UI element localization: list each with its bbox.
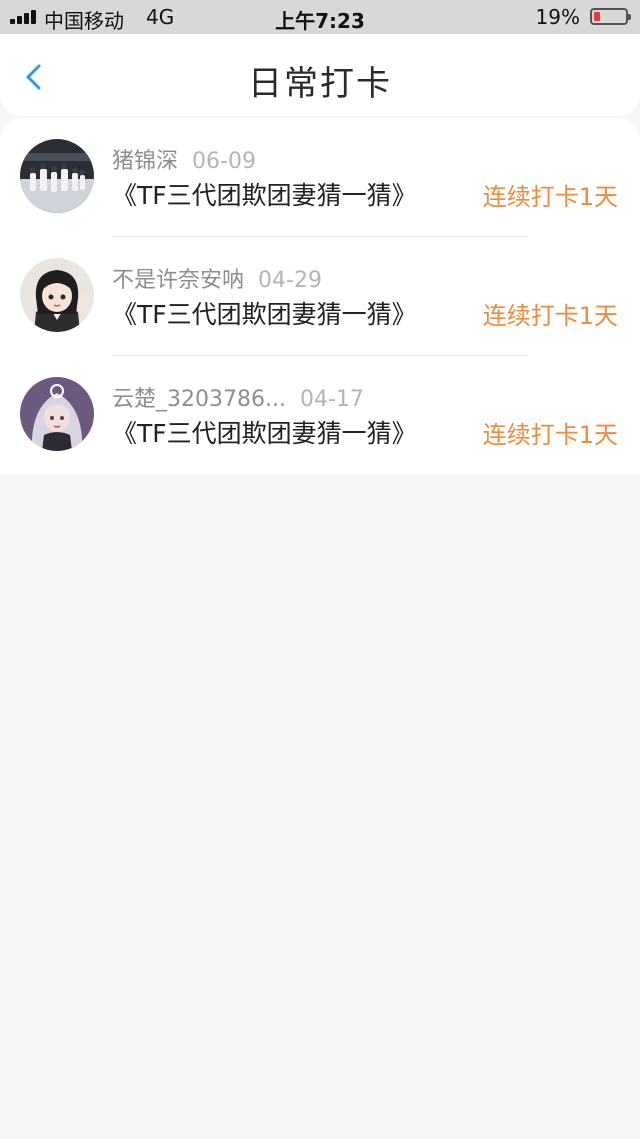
avatar[interactable] xyxy=(20,258,94,332)
checkin-title[interactable]: 《TF三代团欺团妻猜一猜》 xyxy=(112,176,417,212)
battery-percent: 19% xyxy=(535,5,580,29)
username[interactable]: 猪锦深 xyxy=(112,149,178,174)
username[interactable]: 云楚_3203786... xyxy=(112,387,286,412)
battery-level xyxy=(594,12,600,21)
item-meta: 不是许奈安呐 04-29 xyxy=(112,262,322,294)
page-title: 日常打卡 xyxy=(248,64,392,104)
checkin-title[interactable]: 《TF三代团欺团妻猜一猜》 xyxy=(112,295,417,331)
checkin-date: 06-09 xyxy=(192,149,256,174)
battery-icon xyxy=(590,8,631,25)
streak-label: 连续打卡1天 xyxy=(482,183,618,211)
list-item[interactable]: 云楚_3203786... 04-17 《TF三代团欺团妻猜一猜》 连续打卡1天 xyxy=(0,356,640,475)
nav-bar: 日常打卡 xyxy=(0,34,640,116)
checkin-list: 猪锦深 06-09 《TF三代团欺团妻猜一猜》 连续打卡1天 不是许奈安呐 04-2… xyxy=(0,118,640,475)
streak-label: 连续打卡1天 xyxy=(482,421,618,449)
list-item[interactable]: 猪锦深 06-09 《TF三代团欺团妻猜一猜》 连续打卡1天 xyxy=(0,118,640,237)
avatar[interactable] xyxy=(20,139,94,213)
item-meta: 猪锦深 06-09 xyxy=(112,143,256,175)
status-bar: 中国移动 4G 上午7:23 19% xyxy=(0,0,640,34)
checkin-title[interactable]: 《TF三代团欺团妻猜一猜》 xyxy=(112,414,417,450)
checkin-date: 04-17 xyxy=(299,387,364,412)
avatar[interactable] xyxy=(20,377,94,451)
list-item[interactable]: 不是许奈安呐 04-29 《TF三代团欺团妻猜一猜》 连续打卡1天 xyxy=(0,237,640,356)
item-meta: 云楚_3203786... 04-17 xyxy=(112,381,364,413)
streak-label: 连续打卡1天 xyxy=(482,302,618,330)
username[interactable]: 不是许奈安呐 xyxy=(112,268,244,293)
checkin-date: 04-29 xyxy=(258,268,322,293)
